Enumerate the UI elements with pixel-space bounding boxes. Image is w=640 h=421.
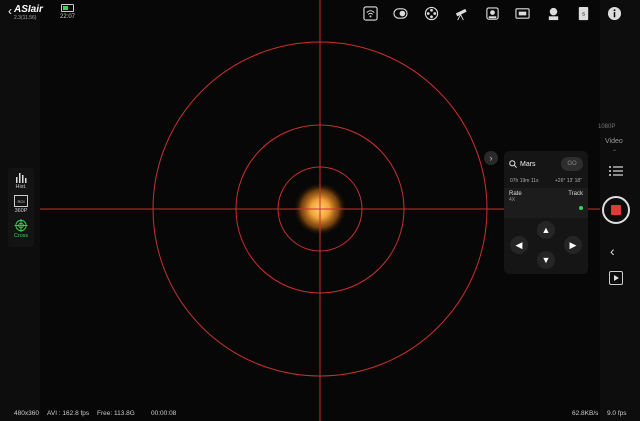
crosshair-icon [14,219,28,232]
collapse-chevron-icon[interactable]: ‹ [610,243,615,259]
arrow-up-button[interactable]: ▲ [537,221,555,239]
track-status-dot [579,206,583,210]
target-name: Mars [520,160,536,168]
status-resolution: 480x360 [14,410,39,417]
search-icon [509,160,517,168]
rotator-icon[interactable] [545,5,561,21]
status-avi-fps: AVI : 162.8 fps [47,410,90,417]
app-brand[interactable]: ‹ ASIair 2.3(11.56) [8,4,43,22]
capture-mode[interactable]: Video [605,138,623,145]
top-bar: ‹ ASIair 2.3(11.56) 22:07 S [0,0,640,28]
arrow-right-button[interactable]: ▶ [564,236,582,254]
goto-panel: Mars GO 07h 19m 11s +26° 13' 18" Rate 4X… [504,151,588,274]
app-title: ASIair [14,4,43,15]
ra-value: 07h 19m 11s [510,178,539,184]
track-label: Track [568,191,583,197]
go-button[interactable]: GO [561,157,583,171]
target-coordinates: 07h 19m 11s +26° 13' 18" [504,172,588,188]
panel-collapse-button[interactable]: › [484,151,498,165]
camera-icon[interactable] [393,5,409,21]
crosshair-label: Cross [13,233,29,239]
playback-button[interactable] [609,271,623,285]
roi-tool[interactable]: ROI 360P [8,195,34,214]
status-elapsed: 00:00:08 [151,410,177,417]
histogram-icon [16,173,27,183]
direction-pad: ▲ ◀ ▶ ▼ [504,218,588,274]
play-icon [614,275,619,281]
track-toggle[interactable]: Track [546,191,583,215]
crosshair-tool[interactable]: Cross [8,219,34,239]
svg-text:S: S [582,11,585,16]
status-bar: 480x360 AVI : 162.8 fps Free: 113.8G 00:… [0,407,640,421]
wifi-icon[interactable] [362,5,378,21]
dec-value: +26° 13' 18" [554,178,582,184]
guide-camera-icon[interactable] [515,5,531,21]
record-button[interactable] [602,196,630,224]
filter-wheel-icon[interactable] [423,5,439,21]
roi-icon: ROI [14,195,28,207]
mode-caret-icon: ⌄ [612,147,618,153]
back-chevron-icon[interactable]: ‹ [8,4,12,18]
arrow-left-button[interactable]: ◀ [510,236,528,254]
video-resolution: 1080P [598,124,616,130]
info-icon[interactable] [606,5,622,21]
clock-time: 22:07 [60,14,76,20]
rate-track-row: Rate 4X Track [504,188,588,218]
status-transfer-rate: 62.8KB/s [572,410,599,417]
focuser-icon[interactable] [484,5,500,21]
list-icon [609,166,623,176]
telescope-icon[interactable] [454,5,470,21]
device-icons: S [362,5,637,21]
arrow-down-button[interactable]: ▼ [537,251,555,269]
rate-value: 4X [509,197,516,203]
target-search[interactable]: Mars GO [504,151,588,172]
histogram-tool[interactable]: Hist. [8,171,34,190]
battery-status: 22:07 [60,4,75,20]
menu-list-button[interactable] [608,164,624,178]
storage-icon[interactable]: S [576,5,592,21]
status-display-fps: 9.0 fps [607,410,627,417]
rate-selector[interactable]: Rate 4X [509,191,546,215]
left-tools-panel: Hist. ROI 360P Cross [8,168,34,247]
stop-icon [611,205,621,215]
battery-icon [61,4,74,12]
histogram-label: Hist. [15,184,27,190]
app-version: 2.3(11.56) [14,15,37,21]
status-free-space: Free: 113.8G [97,410,135,417]
roi-value: 360P [14,208,28,214]
